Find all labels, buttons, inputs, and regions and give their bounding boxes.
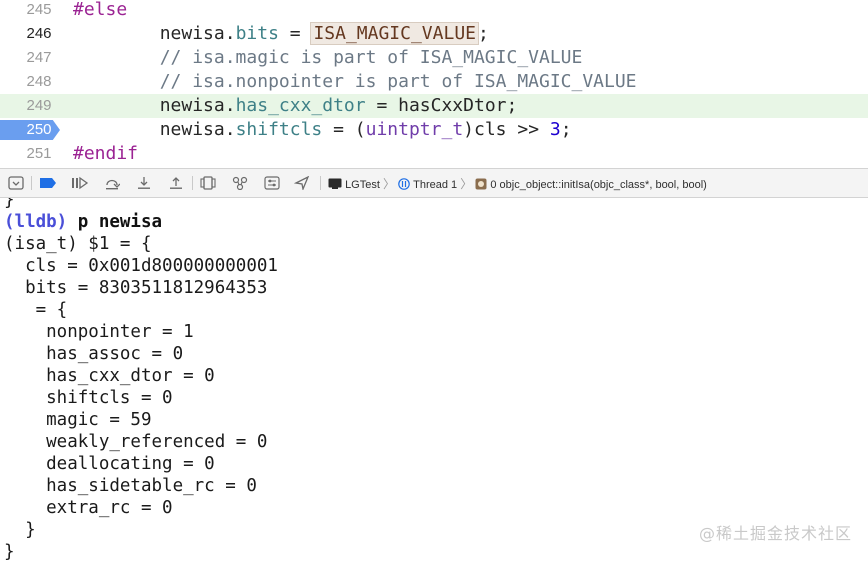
code-line[interactable]: 251 #endif	[0, 142, 868, 166]
code-token: // isa.magic is part of ISA_MAGIC_VALUE	[73, 47, 583, 68]
code-text: // isa.nonpointer is part of ISA_MAGIC_V…	[73, 70, 637, 94]
code-line[interactable]: 248 // isa.nonpointer is part of ISA_MAG…	[0, 70, 868, 94]
console-line: has_sidetable_rc = 0	[4, 476, 257, 496]
code-token: // isa.nonpointer is part of ISA_MAGIC_V…	[73, 71, 637, 92]
breadcrumb: LGTest 〉 Thread 1 〉 0 objc_object::initI…	[328, 169, 707, 200]
line-number[interactable]: 250	[20, 118, 58, 142]
breakpoints-toggle-button[interactable]	[38, 174, 58, 192]
code-token: uintptr_t	[365, 119, 464, 140]
view-hierarchy-icon	[200, 176, 216, 190]
code-token: newisa.	[73, 23, 236, 44]
breakpoint-icon	[40, 178, 56, 188]
console-line: nonpointer = 1	[4, 322, 194, 342]
code-token: =	[278, 23, 312, 44]
console-line: extra_rc = 0	[4, 498, 173, 518]
hide-debug-area-button[interactable]	[6, 174, 26, 192]
line-number[interactable]: 248	[20, 70, 58, 94]
environment-overrides-button[interactable]	[262, 174, 282, 192]
step-into-button[interactable]	[134, 174, 154, 192]
console-line: has_assoc = 0	[4, 344, 184, 364]
code-text: // isa.magic is part of ISA_MAGIC_VALUE	[73, 46, 583, 70]
step-over-button[interactable]	[102, 174, 122, 192]
console-line: cls = 0x001d800000000001	[4, 256, 278, 276]
code-line[interactable]: 246 newisa.bits = ISA_MAGIC_VALUE;	[0, 22, 868, 46]
lldb-command: p newisa	[67, 212, 163, 232]
code-text: #endif	[73, 142, 138, 166]
continue-button[interactable]	[70, 174, 90, 192]
breadcrumb-thread[interactable]: Thread 1	[413, 179, 457, 191]
code-text: newisa.shiftcls = (uintptr_t)cls >> 3;	[73, 118, 572, 142]
console-line: }	[4, 198, 15, 210]
code-token: = hasCxxDtor;	[365, 95, 518, 116]
console-line: }	[4, 520, 36, 540]
console-line: (lldb) p newisa	[4, 211, 162, 233]
chevron-right-icon: 〉	[382, 177, 395, 191]
step-out-icon	[170, 177, 182, 189]
console-line: shiftcls = 0	[4, 388, 173, 408]
console-line: (isa_t) $1 = {	[4, 234, 152, 254]
breadcrumb-frame[interactable]: 0 objc_object::initIsa(objc_class*, bool…	[490, 179, 706, 191]
code-line[interactable]: 250 newisa.shiftcls = (uintptr_t)cls >> …	[0, 118, 868, 142]
code-token: bits	[235, 23, 279, 44]
chevron-right-icon: 〉	[460, 177, 473, 191]
code-token: has_cxx_dtor	[235, 95, 366, 116]
breadcrumb-target[interactable]: LGTest	[345, 179, 380, 191]
step-into-icon	[138, 177, 150, 189]
step-over-icon	[106, 179, 120, 190]
stack-frame-icon	[475, 178, 487, 190]
environment-icon	[264, 176, 280, 190]
memory-graph-icon	[232, 176, 248, 190]
code-token: 3	[549, 119, 561, 140]
app-target-icon	[328, 178, 342, 189]
thread-icon	[398, 178, 410, 190]
debug-console[interactable]: } (lldb) p newisa (isa_t) $1 = { cls = 0x0…	[0, 198, 868, 562]
continue-icon	[72, 176, 89, 190]
line-number[interactable]: 247	[20, 46, 58, 70]
step-out-button[interactable]	[166, 174, 186, 192]
console-line: magic = 59	[4, 410, 152, 430]
code-token: ;	[560, 119, 572, 140]
debug-bar: LGTest 〉 Thread 1 〉 0 objc_object::initI…	[0, 168, 868, 198]
watermark: @稀土掘金技术社区	[698, 524, 852, 543]
code-token: shiftcls	[235, 119, 323, 140]
console-line: has_cxx_dtor = 0	[4, 366, 215, 386]
code-token: newisa.	[73, 119, 236, 140]
console-line: bits = 8303511812964353	[4, 278, 268, 298]
simulate-location-button[interactable]	[292, 174, 312, 192]
code-token: ;	[478, 23, 489, 44]
lldb-prompt: (lldb)	[4, 212, 68, 232]
code-line[interactable]: 247 // isa.magic is part of ISA_MAGIC_VA…	[0, 46, 868, 70]
line-number[interactable]: 251	[20, 142, 58, 166]
console-line: deallocating = 0	[4, 454, 215, 474]
code-token: )cls >>	[463, 119, 550, 140]
code-line[interactable]: 245 #else	[0, 0, 868, 22]
code-text: #else	[73, 0, 127, 22]
code-token: = (	[322, 119, 366, 140]
code-token: newisa.	[73, 95, 236, 116]
code-token: #else	[73, 0, 128, 20]
view-hierarchy-button[interactable]	[198, 174, 218, 192]
line-number[interactable]: 245	[20, 0, 58, 22]
code-token: ISA_MAGIC_VALUE	[310, 22, 479, 45]
console-line: weakly_referenced = 0	[4, 432, 268, 452]
line-number[interactable]: 249	[20, 94, 58, 118]
code-token: #endif	[73, 143, 139, 164]
source-editor[interactable]: 245 #else 246 newisa.bits = ISA_MAGIC_VALU…	[0, 0, 868, 168]
panel-toggle-icon	[8, 176, 24, 190]
code-text: newisa.has_cxx_dtor = hasCxxDtor;	[73, 94, 518, 118]
console-line: }	[4, 542, 15, 562]
line-number[interactable]: 246	[20, 22, 58, 46]
memory-graph-button[interactable]	[230, 174, 250, 192]
location-icon	[294, 176, 310, 190]
console-line: = {	[4, 300, 68, 320]
code-text: newisa.bits = ISA_MAGIC_VALUE;	[73, 22, 489, 46]
code-line[interactable]: 249 newisa.has_cxx_dtor = hasCxxDtor;	[0, 94, 868, 118]
